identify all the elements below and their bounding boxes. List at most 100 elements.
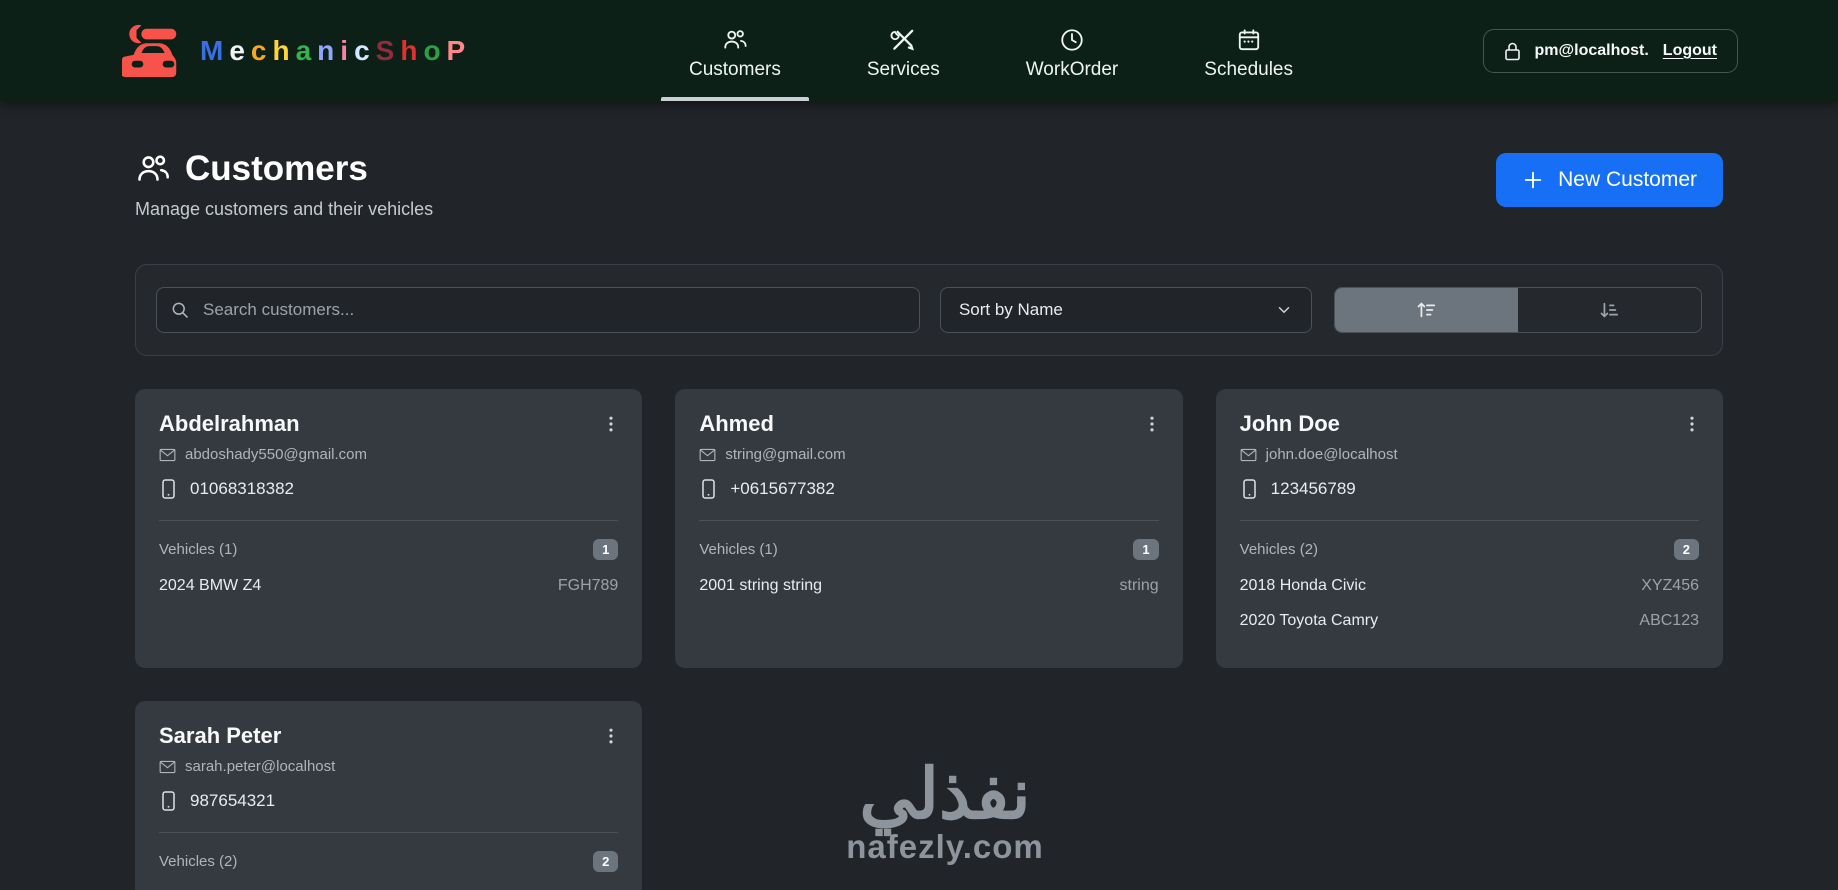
vehicles-header: Vehicles (2) 2	[1240, 539, 1699, 560]
vehicles-label: Vehicles (2)	[1239, 541, 1319, 558]
vehicles-header: Vehicles (1) 1	[159, 539, 619, 560]
vehicles-count-badge: 1	[593, 539, 619, 560]
brand-letter: i	[340, 34, 349, 66]
customer-phone: 987654321	[190, 791, 276, 810]
sort-ascending-button[interactable]	[1334, 288, 1518, 332]
chevron-down-icon	[1278, 307, 1289, 314]
card-divider	[159, 520, 619, 521]
mobile-phone-icon	[1242, 479, 1256, 499]
nav-label: Schedules	[1204, 58, 1294, 80]
customer-card: Sarah Peter sarah.peter@localhost 987654…	[135, 701, 643, 890]
vehicle-row: 2020 Toyota Camry ABC123	[1240, 612, 1699, 630]
brand-letter: o	[423, 34, 441, 66]
page-subtitle: Manage customers and their vehicles	[135, 199, 434, 219]
brand-letter: c	[354, 34, 370, 66]
vehicle-name: 2001 string string	[699, 577, 823, 594]
search-box	[156, 287, 920, 333]
brand-letter: S	[375, 34, 395, 66]
sort-direction-toggle	[1333, 287, 1702, 333]
page-title: Customers	[135, 149, 433, 189]
customer-email-row: abdoshady550@gmail.com	[159, 446, 618, 463]
customer-phone-row: 01068318382	[159, 479, 618, 499]
sort-by-select[interactable]: Sort by Name	[939, 287, 1312, 333]
filter-bar: Sort by Name	[135, 264, 1723, 356]
vehicle-name: 2018 Honda Civic	[1239, 577, 1366, 594]
envelope-icon	[1240, 448, 1257, 461]
vehicles-header: Vehicles (2) 2	[159, 851, 619, 872]
vehicles-label: Vehicles (1)	[159, 541, 238, 558]
vehicle-row: 2024 BMW Z4 FGH789	[159, 577, 618, 595]
brand-letter: P	[446, 34, 466, 66]
nav-item-services[interactable]: Services	[857, 0, 950, 101]
top-navbar: MechanicShoP Customers Services WorkOrde…	[0, 0, 1838, 101]
vehicle-name: 2020 Toyota Camry	[1239, 612, 1379, 629]
customer-phone: +0615677382	[730, 479, 835, 498]
vehicle-plate: ABC123	[1639, 612, 1699, 629]
kebab-menu-icon	[1690, 416, 1694, 432]
card-menu-button[interactable]	[598, 409, 624, 439]
vehicle-name: 2024 BMW Z4	[159, 577, 262, 594]
user-session-badge[interactable]: pm@localhost. Logout	[1482, 28, 1738, 73]
customer-email: abdoshady550@gmail.com	[185, 446, 367, 463]
customer-phone: 123456789	[1270, 479, 1356, 498]
nav-label: WorkOrder	[1025, 58, 1119, 80]
vehicles-count-badge: 2	[593, 851, 619, 872]
brand-letter: h	[400, 34, 418, 66]
people-icon	[138, 155, 169, 181]
vehicle-row: 2018 Honda Civic XYZ456	[1240, 577, 1699, 595]
card-menu-button[interactable]	[598, 721, 624, 751]
kebab-menu-icon	[1150, 416, 1154, 432]
card-menu-button[interactable]	[1139, 409, 1165, 439]
tools-icon	[890, 29, 915, 50]
vehicle-plate: FGH789	[557, 577, 619, 594]
nav-item-workorder[interactable]: WorkOrder	[1016, 0, 1129, 101]
user-email: pm@localhost.	[1534, 41, 1649, 59]
customer-name: John Doe	[1239, 411, 1340, 436]
brand-letter: a	[295, 34, 312, 66]
vehicles-label: Vehicles (2)	[159, 853, 238, 870]
customer-card: Abdelrahman abdoshady550@gmail.com 01068…	[135, 389, 643, 668]
search-input[interactable]	[156, 287, 920, 333]
customer-phone-row: 123456789	[1240, 479, 1699, 499]
nav-item-schedules[interactable]: Schedules	[1194, 0, 1303, 101]
customer-card: John Doe john.doe@localhost 123456789 Ve…	[1215, 389, 1723, 668]
card-menu-button[interactable]	[1679, 409, 1705, 439]
mobile-phone-icon	[702, 479, 716, 499]
card-divider	[159, 832, 619, 833]
brand-letter: e	[229, 34, 245, 66]
nav-label: Services	[866, 58, 940, 80]
nav-label: Customers	[688, 58, 781, 80]
customer-email-row: john.doe@localhost	[1240, 446, 1699, 463]
sort-amount-down-icon	[1600, 302, 1619, 318]
customers-page: Customers Manage customers and their veh…	[0, 101, 1838, 890]
vehicles-label: Vehicles (1)	[699, 541, 778, 558]
calendar-icon	[1238, 28, 1259, 50]
customer-name: Abdelrahman	[159, 411, 300, 436]
customer-name: Sarah Peter	[159, 723, 282, 748]
card-divider	[699, 520, 1159, 521]
kebab-menu-icon	[609, 416, 613, 432]
customer-email: string@gmail.com	[725, 446, 846, 463]
sort-descending-button[interactable]	[1518, 288, 1701, 332]
nav-item-customers[interactable]: Customers	[661, 0, 809, 101]
page-header: Customers Manage customers and their veh…	[135, 149, 1723, 220]
customer-email-row: string@gmail.com	[699, 446, 1158, 463]
brand-letter: n	[317, 34, 335, 66]
people-icon	[724, 29, 747, 49]
new-customer-label: New Customer	[1558, 168, 1697, 191]
brand-letter: c	[250, 34, 267, 66]
envelope-icon	[159, 760, 176, 773]
brand-name: MechanicShoP	[200, 35, 471, 67]
customer-card: Ahmed string@gmail.com +0615677382 Vehic…	[675, 389, 1183, 668]
new-customer-button[interactable]: New Customer	[1496, 153, 1723, 207]
clock-icon	[1061, 28, 1083, 51]
customer-phone-row: +0615677382	[699, 479, 1158, 499]
logout-link[interactable]: Logout	[1663, 42, 1717, 60]
customer-name: Ahmed	[699, 411, 774, 436]
brand[interactable]: MechanicShoP	[122, 20, 471, 82]
customer-cards-grid: Abdelrahman abdoshady550@gmail.com 01068…	[135, 389, 1723, 890]
vehicles-header: Vehicles (1) 1	[699, 539, 1159, 560]
vehicle-row: 2001 string string string	[699, 577, 1158, 595]
customer-email: john.doe@localhost	[1265, 446, 1398, 463]
vehicle-plate: string	[1119, 577, 1159, 594]
